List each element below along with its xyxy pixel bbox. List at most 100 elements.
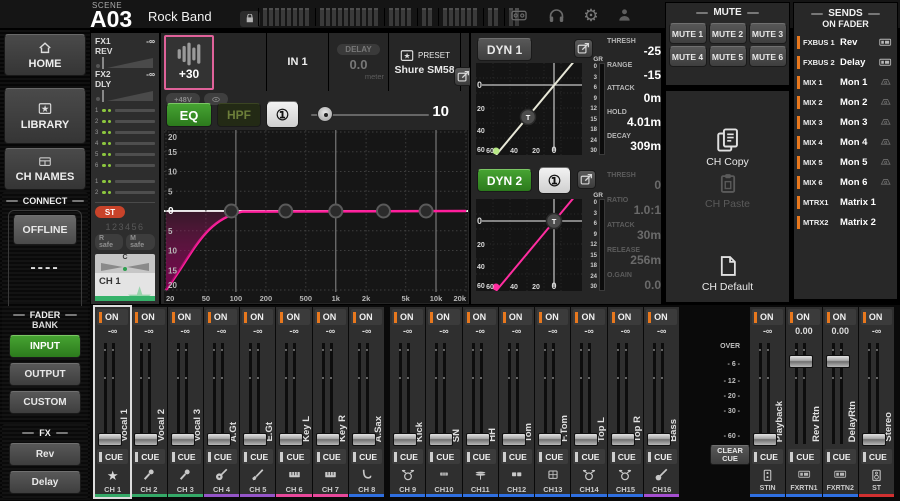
sends-on-fader-row[interactable]: FXBUS 2Delay [797,55,894,70]
sends-on-fader-row[interactable]: MIX 1Mon 1 [797,75,894,90]
sends-on-fader-row[interactable]: FXBUS 1Rev [797,35,894,50]
channel-id-label[interactable]: CH16 [644,485,679,497]
recorder-icon[interactable] [508,8,530,23]
sends-on-fader-row[interactable]: MIX 6Mon 6 [797,175,894,190]
channel-cue-button[interactable]: CUE [752,449,783,464]
fader-knob[interactable] [243,433,267,446]
mute-group-button[interactable]: MUTE 1 [669,23,707,44]
channel-id-label[interactable]: CH15 [608,485,643,497]
channel-cue-button[interactable]: CUE [351,449,382,464]
dyn1-button[interactable]: DYN 1 [477,38,532,61]
mute-group-button[interactable]: MUTE 3 [749,23,787,44]
ch-default-button[interactable]: CH Default [666,254,789,293]
dyn-parameter[interactable]: O.GAIN0.0 [607,269,661,294]
fader-knob[interactable] [279,433,303,446]
fader-track[interactable]: Key L [276,339,311,448]
fx2-send[interactable]: FX2-∞ DLY [95,69,155,102]
gain-control[interactable]: +30 [164,35,214,90]
fader-track[interactable]: A.Gt [204,339,239,448]
fader-track[interactable]: Rev Rtn [786,339,821,448]
fader-track[interactable]: Vocal 1 [95,339,130,448]
channel-on-button[interactable]: ON [315,309,346,325]
channel-cue-button[interactable]: CUE [501,449,532,464]
channel-on-button[interactable]: ON [242,309,273,325]
sends-on-fader-row[interactable]: MIX 4Mon 4 [797,135,894,150]
eq-slider-knob[interactable] [317,106,333,122]
channel-cue-button[interactable]: CUE [97,449,128,464]
sends-on-fader-row[interactable]: MTRX1Matrix 1 [797,195,894,210]
dyn2-band-1-button[interactable]: ① [538,167,571,194]
dyn-parameter[interactable]: THRESH0 [607,169,661,194]
fader-track[interactable]: Vocal 3 [168,339,203,448]
mix-send-row[interactable]: 5 [95,149,155,160]
channel-cue-button[interactable]: CUE [537,449,568,464]
ch-names-button[interactable]: CH NAMES [4,148,86,190]
channel-cue-button[interactable]: CUE [315,449,346,464]
channel-id-label[interactable]: CH 8 [349,485,384,497]
channel-on-button[interactable]: ON [861,309,892,325]
dyn-parameter[interactable]: ATTACK30m [607,219,661,244]
mix-send-row[interactable]: 6 [95,160,155,171]
channel-cue-button[interactable]: CUE [610,449,641,464]
channel-id-label[interactable]: CH 5 [240,485,275,497]
channel-on-button[interactable]: ON [97,309,128,325]
eq-node[interactable] [420,205,433,218]
channel-on-button[interactable]: ON [133,309,164,325]
channel-id-label[interactable]: CH 3 [168,485,203,497]
channel-cue-button[interactable]: CUE [788,449,819,464]
fader-track[interactable]: E.Gt [240,339,275,448]
mute-safe-badge[interactable]: M safe [126,234,155,250]
fader-track[interactable]: F.Tom [535,339,570,448]
channel-cue-button[interactable]: CUE [646,449,677,464]
fader-knob[interactable] [753,433,777,446]
fader-knob[interactable] [171,433,195,446]
fader-track[interactable]: Top L [571,339,606,448]
channel-id-label[interactable]: CH 6 [276,485,311,497]
channel-id-label[interactable]: CH11 [463,485,498,497]
channel-id-label[interactable]: FXRTN2 [823,485,858,497]
channel-id-label[interactable]: CH12 [499,485,534,497]
channel-on-button[interactable]: ON [278,309,309,325]
mix-send-row[interactable]: 2 [95,116,155,127]
scene-id[interactable]: A03 [90,6,132,33]
channel-on-button[interactable]: ON [610,309,641,325]
channel-cue-button[interactable]: CUE [206,449,237,464]
dyn1-graph[interactable]: T02040606040200 [476,63,582,155]
channel-on-button[interactable]: ON [428,309,459,325]
eq-node[interactable] [329,205,342,218]
dyn-parameter[interactable]: THRESH-25 [607,36,661,60]
sends-on-fader-row[interactable]: MIX 3Mon 3 [797,115,894,130]
gear-icon[interactable]: ⚙ [583,7,598,24]
fader-knob[interactable] [502,433,526,446]
channel-id-label[interactable]: ST [859,485,894,497]
headphones-icon[interactable] [548,7,565,23]
fader-knob[interactable] [466,433,490,446]
fader-knob[interactable] [134,433,158,446]
fader-track[interactable]: SN [426,339,461,448]
fader-track[interactable]: HH [463,339,498,448]
fader-knob[interactable] [98,433,122,446]
fader-knob[interactable] [393,433,417,446]
channel-id-label[interactable]: CH 2 [131,485,166,497]
fader-track[interactable]: Top R [608,339,643,448]
dyn-parameter[interactable]: DECAY309m [607,130,661,154]
mix-send-row[interactable]: 2 [95,187,155,198]
channel-cue-button[interactable]: CUE [133,449,164,464]
fader-knob[interactable] [429,433,453,446]
channel-on-button[interactable]: ON [351,309,382,325]
channel-cue-button[interactable]: CUE [392,449,423,464]
ch-paste-button[interactable]: CH Paste [666,171,789,210]
fader-track[interactable]: Kick [390,339,425,448]
fader-track[interactable]: Tom [499,339,534,448]
scene-name[interactable]: Rock Band [148,9,212,24]
fader-knob[interactable] [647,433,671,446]
stereo-assign-badge[interactable]: ST [95,206,125,218]
fader-knob[interactable] [611,433,635,446]
channel-on-button[interactable]: ON [537,309,568,325]
sends-on-fader-row[interactable]: MTRX2Matrix 2 [797,215,894,230]
mix-send-row[interactable]: 3 [95,127,155,138]
fader-knob[interactable] [207,433,231,446]
channel-id-label[interactable]: CH 1 [95,485,130,497]
fader-bank-output-button[interactable]: OUTPUT [9,363,81,386]
fx-delay-button[interactable]: Delay [9,471,81,494]
